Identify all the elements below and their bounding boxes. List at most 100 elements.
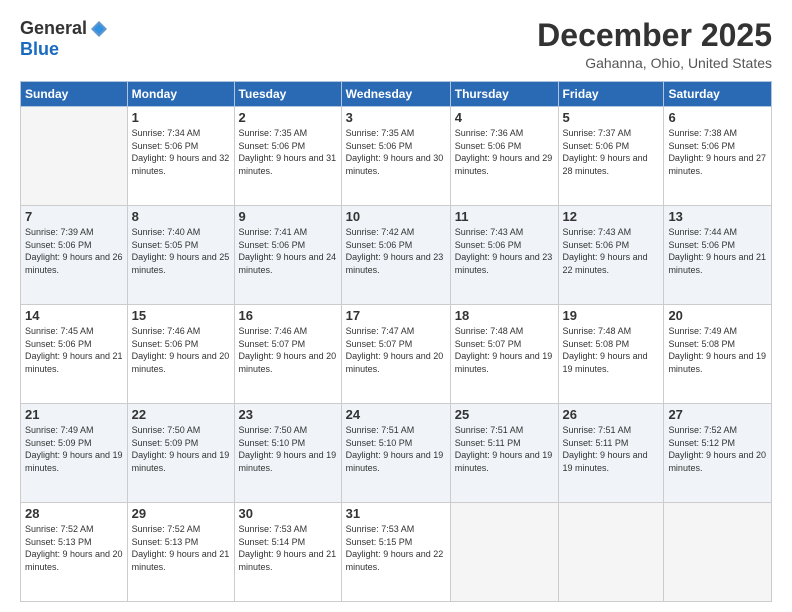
day-info: Sunrise: 7:37 AMSunset: 5:06 PMDaylight:… — [563, 127, 660, 177]
day-info: Sunrise: 7:48 AMSunset: 5:07 PMDaylight:… — [455, 325, 554, 375]
table-row: 26Sunrise: 7:51 AMSunset: 5:11 PMDayligh… — [558, 404, 664, 503]
day-number: 10 — [346, 209, 446, 224]
day-number: 2 — [239, 110, 337, 125]
day-number: 11 — [455, 209, 554, 224]
calendar-week-row: 21Sunrise: 7:49 AMSunset: 5:09 PMDayligh… — [21, 404, 772, 503]
table-row: 31Sunrise: 7:53 AMSunset: 5:15 PMDayligh… — [341, 503, 450, 602]
day-number: 5 — [563, 110, 660, 125]
table-row: 22Sunrise: 7:50 AMSunset: 5:09 PMDayligh… — [127, 404, 234, 503]
day-number: 1 — [132, 110, 230, 125]
day-number: 24 — [346, 407, 446, 422]
day-number: 15 — [132, 308, 230, 323]
day-info: Sunrise: 7:52 AMSunset: 5:12 PMDaylight:… — [668, 424, 767, 474]
day-number: 18 — [455, 308, 554, 323]
table-row — [664, 503, 772, 602]
day-number: 25 — [455, 407, 554, 422]
calendar-week-row: 1 Sunrise: 7:34 AMSunset: 5:06 PMDaylight… — [21, 107, 772, 206]
day-info: Sunrise: 7:49 AMSunset: 5:09 PMDaylight:… — [25, 424, 123, 474]
table-row: 18 Sunrise: 7:48 AMSunset: 5:07 PMDayligh… — [450, 305, 558, 404]
table-row: 8 Sunrise: 7:40 AMSunset: 5:05 PMDaylight… — [127, 206, 234, 305]
table-row: 23 Sunrise: 7:50 AMSunset: 5:10 PMDayligh… — [234, 404, 341, 503]
day-info: Sunrise: 7:46 AMSunset: 5:07 PMDaylight:… — [239, 325, 337, 375]
day-info: Sunrise: 7:52 AMSunset: 5:13 PMDaylight:… — [25, 523, 123, 573]
table-row: 20Sunrise: 7:49 AMSunset: 5:08 PMDayligh… — [664, 305, 772, 404]
table-row — [450, 503, 558, 602]
page-header: General Blue December 2025 Gahanna, Ohio… — [20, 18, 772, 71]
day-number: 19 — [563, 308, 660, 323]
location-subtitle: Gahanna, Ohio, United States — [537, 55, 772, 71]
table-row: 2 Sunrise: 7:35 AMSunset: 5:06 PMDaylight… — [234, 107, 341, 206]
table-row: 4 Sunrise: 7:36 AMSunset: 5:06 PMDaylight… — [450, 107, 558, 206]
table-row: 5 Sunrise: 7:37 AMSunset: 5:06 PMDaylight… — [558, 107, 664, 206]
calendar-week-row: 7Sunrise: 7:39 AMSunset: 5:06 PMDaylight… — [21, 206, 772, 305]
table-row: 13Sunrise: 7:44 AMSunset: 5:06 PMDayligh… — [664, 206, 772, 305]
title-block: December 2025 Gahanna, Ohio, United Stat… — [537, 18, 772, 71]
calendar-week-row: 14 Sunrise: 7:45 AMSunset: 5:06 PMDayligh… — [21, 305, 772, 404]
day-info: Sunrise: 7:50 AMSunset: 5:09 PMDaylight:… — [132, 424, 230, 474]
table-row: 3 Sunrise: 7:35 AMSunset: 5:06 PMDaylight… — [341, 107, 450, 206]
header-friday: Friday — [558, 82, 664, 107]
table-row: 9Sunrise: 7:41 AMSunset: 5:06 PMDaylight… — [234, 206, 341, 305]
table-row: 14 Sunrise: 7:45 AMSunset: 5:06 PMDayligh… — [21, 305, 128, 404]
day-info: Sunrise: 7:38 AMSunset: 5:06 PMDaylight:… — [668, 127, 767, 177]
day-number: 27 — [668, 407, 767, 422]
day-number: 6 — [668, 110, 767, 125]
month-title: December 2025 — [537, 18, 772, 53]
header-tuesday: Tuesday — [234, 82, 341, 107]
day-info: Sunrise: 7:43 AMSunset: 5:06 PMDaylight:… — [455, 226, 554, 276]
day-info: Sunrise: 7:35 AMSunset: 5:06 PMDaylight:… — [239, 127, 337, 177]
day-info: Sunrise: 7:39 AMSunset: 5:06 PMDaylight:… — [25, 226, 123, 276]
day-number: 4 — [455, 110, 554, 125]
day-info: Sunrise: 7:35 AMSunset: 5:06 PMDaylight:… — [346, 127, 446, 177]
table-row — [21, 107, 128, 206]
day-info: Sunrise: 7:45 AMSunset: 5:06 PMDaylight:… — [25, 325, 123, 375]
day-info: Sunrise: 7:42 AMSunset: 5:06 PMDaylight:… — [346, 226, 446, 276]
day-info: Sunrise: 7:53 AMSunset: 5:14 PMDaylight:… — [239, 523, 337, 573]
table-row: 17Sunrise: 7:47 AMSunset: 5:07 PMDayligh… — [341, 305, 450, 404]
day-number: 9 — [239, 209, 337, 224]
header-wednesday: Wednesday — [341, 82, 450, 107]
day-number: 12 — [563, 209, 660, 224]
day-number: 14 — [25, 308, 123, 323]
day-number: 16 — [239, 308, 337, 323]
table-row: 1 Sunrise: 7:34 AMSunset: 5:06 PMDaylight… — [127, 107, 234, 206]
calendar-header-row: Sunday Monday Tuesday Wednesday Thursday… — [21, 82, 772, 107]
table-row: 10 Sunrise: 7:42 AMSunset: 5:06 PMDayligh… — [341, 206, 450, 305]
day-info: Sunrise: 7:50 AMSunset: 5:10 PMDaylight:… — [239, 424, 337, 474]
calendar-week-row: 28Sunrise: 7:52 AMSunset: 5:13 PMDayligh… — [21, 503, 772, 602]
logo: General Blue — [20, 18, 109, 60]
day-number: 23 — [239, 407, 337, 422]
table-row: 19Sunrise: 7:48 AMSunset: 5:08 PMDayligh… — [558, 305, 664, 404]
day-number: 31 — [346, 506, 446, 521]
day-number: 3 — [346, 110, 446, 125]
table-row: 11 Sunrise: 7:43 AMSunset: 5:06 PMDayligh… — [450, 206, 558, 305]
table-row: 25Sunrise: 7:51 AMSunset: 5:11 PMDayligh… — [450, 404, 558, 503]
day-number: 8 — [132, 209, 230, 224]
day-info: Sunrise: 7:36 AMSunset: 5:06 PMDaylight:… — [455, 127, 554, 177]
logo-blue: Blue — [20, 39, 59, 59]
table-row — [558, 503, 664, 602]
day-info: Sunrise: 7:52 AMSunset: 5:13 PMDaylight:… — [132, 523, 230, 573]
table-row: 15Sunrise: 7:46 AMSunset: 5:06 PMDayligh… — [127, 305, 234, 404]
day-info: Sunrise: 7:44 AMSunset: 5:06 PMDaylight:… — [668, 226, 767, 276]
day-info: Sunrise: 7:47 AMSunset: 5:07 PMDaylight:… — [346, 325, 446, 375]
header-thursday: Thursday — [450, 82, 558, 107]
day-info: Sunrise: 7:49 AMSunset: 5:08 PMDaylight:… — [668, 325, 767, 375]
day-number: 30 — [239, 506, 337, 521]
header-monday: Monday — [127, 82, 234, 107]
table-row: 16 Sunrise: 7:46 AMSunset: 5:07 PMDayligh… — [234, 305, 341, 404]
table-row: 7Sunrise: 7:39 AMSunset: 5:06 PMDaylight… — [21, 206, 128, 305]
table-row: 29 Sunrise: 7:52 AMSunset: 5:13 PMDayligh… — [127, 503, 234, 602]
day-info: Sunrise: 7:51 AMSunset: 5:10 PMDaylight:… — [346, 424, 446, 474]
day-number: 29 — [132, 506, 230, 521]
day-info: Sunrise: 7:40 AMSunset: 5:05 PMDaylight:… — [132, 226, 230, 276]
table-row: 12Sunrise: 7:43 AMSunset: 5:06 PMDayligh… — [558, 206, 664, 305]
table-row: 27 Sunrise: 7:52 AMSunset: 5:12 PMDayligh… — [664, 404, 772, 503]
day-info: Sunrise: 7:34 AMSunset: 5:06 PMDaylight:… — [132, 127, 230, 177]
calendar-page: General Blue December 2025 Gahanna, Ohio… — [0, 0, 792, 612]
logo-general: General — [20, 18, 87, 39]
table-row: 28Sunrise: 7:52 AMSunset: 5:13 PMDayligh… — [21, 503, 128, 602]
table-row: 6 Sunrise: 7:38 AMSunset: 5:06 PMDaylight… — [664, 107, 772, 206]
table-row: 30 Sunrise: 7:53 AMSunset: 5:14 PMDayligh… — [234, 503, 341, 602]
day-number: 26 — [563, 407, 660, 422]
